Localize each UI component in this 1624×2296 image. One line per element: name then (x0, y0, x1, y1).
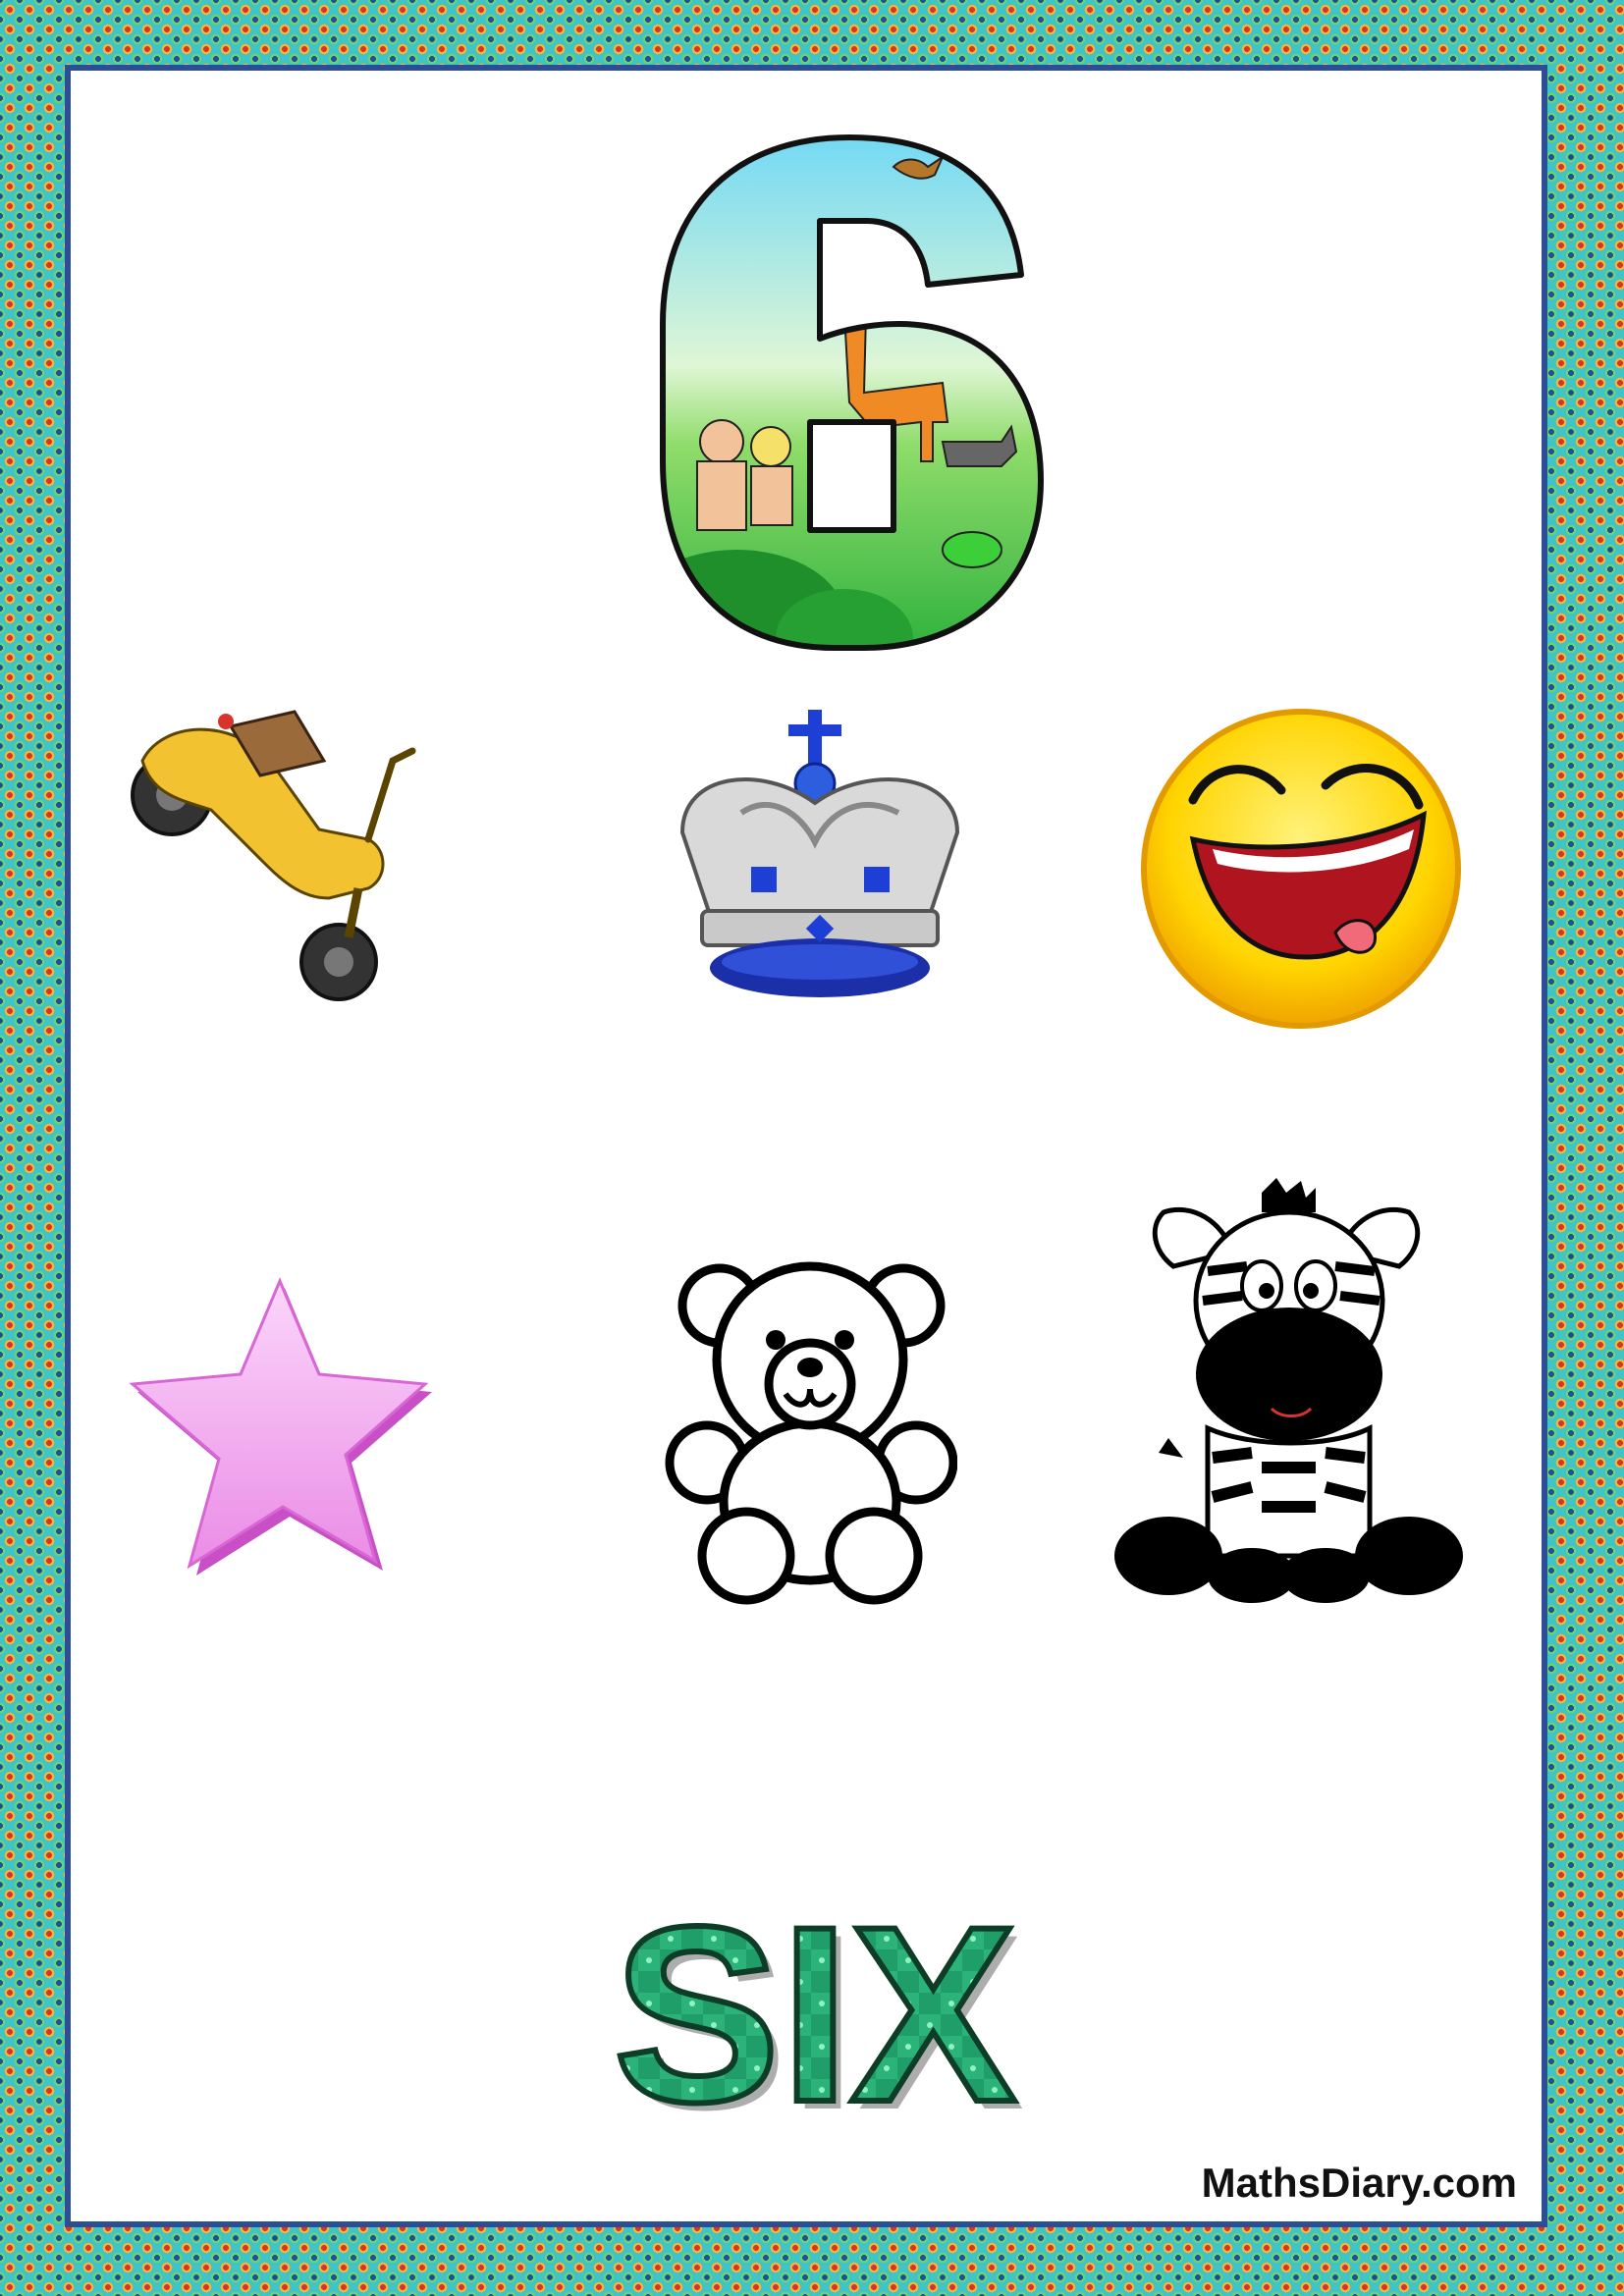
site-credit: MathsDiary.com (1201, 2160, 1517, 2206)
laughing-face-icon (1141, 709, 1461, 1029)
teddy-bear-icon (665, 1261, 957, 1605)
number-word-text: SIX (613, 1885, 1016, 2140)
zebra-icon (1114, 1178, 1463, 1603)
crown-icon (679, 710, 960, 997)
scooter-icon (131, 710, 416, 1001)
star-icon (129, 1277, 432, 1575)
number-word: SIX SIX (610, 1885, 1024, 2140)
digit-six-illustration (660, 134, 1044, 651)
